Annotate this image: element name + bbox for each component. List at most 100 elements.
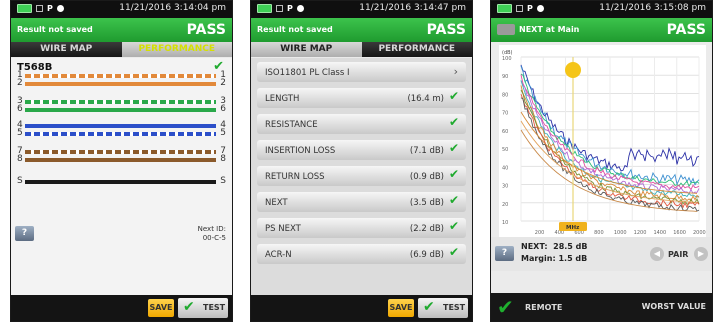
y-tick-label: 90	[502, 74, 508, 80]
pair-label: PAIR	[668, 250, 689, 259]
wire-pin-right: 5	[220, 128, 226, 138]
next-graph-screen: P 11/21/2016 3:15:08 pm NEXT at Main PAS…	[490, 0, 713, 322]
check-icon: ✔	[183, 299, 195, 315]
cursor-handle[interactable]	[565, 62, 581, 78]
result-name: INSERTION LOSS	[265, 146, 336, 156]
network-icon	[276, 5, 283, 12]
check-icon: ✔	[448, 219, 459, 233]
remote-button[interactable]: ✔ REMOTE	[495, 295, 562, 319]
y-tick-label: 50	[502, 147, 508, 153]
status-bar: P 11/21/2016 3:14:04 pm	[11, 1, 232, 18]
wire-pin-left: 8	[17, 154, 23, 164]
result-name: LENGTH	[265, 94, 300, 104]
tab-wire-map[interactable]: WIRE MAP	[11, 42, 122, 57]
tab-wire-map[interactable]: WIRE MAP	[251, 42, 362, 57]
check-icon: ✔	[448, 193, 459, 207]
next-pair-icon[interactable]: ▶	[694, 247, 708, 261]
tab-performance[interactable]: PERFORMANCE	[121, 42, 232, 57]
result-name: PS NEXT	[265, 224, 301, 234]
result-name: ISO11801 PL Class I	[265, 68, 350, 78]
measurement-panel: ? NEXT: 28.5 dB Margin: 1.5 dB ◀ PAIR ▶	[491, 237, 712, 271]
result-row[interactable]: RESISTANCE ✔	[257, 114, 466, 134]
x-tick-label: 1600	[673, 230, 686, 236]
test-button[interactable]: ✔ TEST	[178, 298, 228, 318]
previous-pair-icon[interactable]: ◀	[650, 247, 664, 261]
tab-bar: WIRE MAP PERFORMANCE	[251, 42, 472, 57]
result-row[interactable]: INSERTION LOSS (7.1 dB) ✔	[257, 140, 466, 160]
results-screen: P 11/21/2016 3:14:47 pm Result not saved…	[250, 0, 473, 322]
result-row[interactable]: ISO11801 PL Class I ›	[257, 62, 466, 82]
verdict: PASS	[666, 22, 706, 38]
wire-line	[25, 158, 216, 162]
y-tick-label: 100	[502, 56, 512, 62]
next-plot[interactable]: 100 90 80 70 60 50 40 30 20 10 (dB) 200 400 600 800 100…	[499, 45, 706, 237]
save-button[interactable]: SAVE	[148, 299, 174, 317]
x-tick-label: 200	[535, 230, 545, 236]
y-tick-label: 70	[502, 111, 508, 117]
footer-bar: ✔ REMOTE WORST VALUE	[491, 293, 712, 321]
results-list: ISO11801 PL Class I › LENGTH (16.4 m) ✔ RESIS…	[251, 58, 472, 295]
y-tick-label: 40	[502, 165, 508, 171]
next-id-label: Next ID:	[197, 225, 226, 233]
y-tick-label: 10	[502, 220, 508, 226]
result-value: (2.2 dB)	[409, 224, 444, 234]
result-name: ACR-N	[265, 250, 292, 260]
result-value: (3.5 dB)	[409, 198, 444, 208]
next-id-value: 00-C-5	[202, 234, 226, 242]
x-tick-label: 800	[594, 230, 604, 236]
wire-line	[25, 108, 216, 112]
result-row[interactable]: ACR-N (6.9 dB) ✔	[257, 244, 466, 264]
p-icon: P	[47, 4, 53, 13]
pair-selector: ◀ PAIR ▶	[650, 246, 708, 264]
clock: 11/21/2016 3:14:04 pm	[119, 3, 226, 13]
worst-value-button[interactable]: WORST VALUE	[642, 302, 706, 311]
test-label: TEST	[443, 303, 466, 312]
result-value: (16.4 m)	[407, 94, 444, 104]
footer-bar: SAVE ✔ TEST	[11, 295, 232, 321]
chat-icon	[56, 5, 64, 12]
margin-label: Margin:	[521, 254, 556, 263]
graph-title: NEXT at Main	[519, 25, 580, 34]
verdict: PASS	[186, 22, 226, 38]
status-bar: P 11/21/2016 3:14:47 pm	[251, 1, 472, 18]
chat-icon	[296, 5, 304, 12]
result-row[interactable]: LENGTH (16.4 m) ✔	[257, 88, 466, 108]
network-icon	[36, 5, 43, 12]
wire-line	[25, 150, 216, 154]
result-status: Result not saved	[17, 25, 93, 34]
help-button[interactable]: ?	[15, 226, 34, 241]
help-button[interactable]: ?	[495, 246, 514, 261]
save-button[interactable]: SAVE	[388, 299, 414, 317]
check-icon: ✔	[497, 295, 514, 319]
y-tick-label: 20	[502, 202, 508, 208]
result-header: Result not saved PASS	[11, 18, 232, 42]
wire-pin-left: 2	[17, 78, 23, 88]
tab-performance[interactable]: PERFORMANCE	[361, 42, 472, 57]
test-button[interactable]: ✔ TEST	[418, 298, 468, 318]
y-axis-unit: (dB)	[502, 50, 513, 56]
result-row[interactable]: NEXT (3.5 dB) ✔	[257, 192, 466, 212]
wire-pin-left: S	[17, 176, 23, 186]
chat-icon	[536, 5, 544, 12]
result-row[interactable]: RETURN LOSS (0.9 dB) ✔	[257, 166, 466, 186]
wire-pin-right: 6	[220, 104, 226, 114]
y-tick-label: 60	[502, 129, 508, 135]
result-value: (6.9 dB)	[409, 250, 444, 260]
result-name: NEXT	[265, 198, 288, 208]
back-icon[interactable]	[497, 24, 515, 35]
result-name: RESISTANCE	[265, 120, 318, 130]
check-icon: ✔	[448, 89, 459, 103]
next-readout: NEXT: 28.5 dB	[521, 242, 587, 251]
next-label: NEXT:	[521, 242, 548, 251]
status-bar: P 11/21/2016 3:15:08 pm	[491, 1, 712, 18]
result-row[interactable]: PS NEXT (2.2 dB) ✔	[257, 218, 466, 238]
next-id: Next ID: 00-C-5	[198, 225, 226, 243]
battery-icon	[17, 4, 32, 13]
result-value: (7.1 dB)	[409, 146, 444, 156]
clock: 11/21/2016 3:15:08 pm	[599, 3, 706, 13]
result-status: Result not saved	[257, 25, 333, 34]
wire-pin-right: 2	[220, 78, 226, 88]
tab-bar: WIRE MAP PERFORMANCE	[11, 42, 232, 57]
wiremap-area: T568B ✔ 1122336644557788SS ? Next ID: 00…	[11, 58, 232, 295]
wire-pin-right: S	[220, 176, 226, 186]
